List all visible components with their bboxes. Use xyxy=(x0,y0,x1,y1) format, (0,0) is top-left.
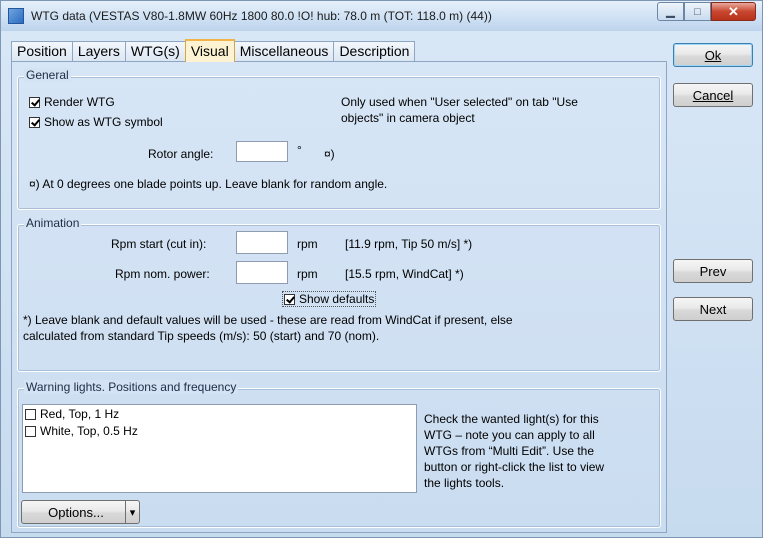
show-defaults-checkbox[interactable]: Show defaults xyxy=(282,291,377,307)
show-defaults-check-box[interactable] xyxy=(284,293,295,305)
close-icon: ✕ xyxy=(728,3,739,19)
render-wtg-checkbox[interactable]: Render WTG xyxy=(29,95,115,109)
tab-wtgs[interactable]: WTG(s) xyxy=(124,41,186,62)
camera-note-line1: Only used when "User selected" on tab "U… xyxy=(341,95,578,109)
visual-tab-page: General Render WTG Show as WTG symbol On… xyxy=(11,61,667,533)
prev-label: Prev xyxy=(699,263,727,279)
animation-group: Animation Rpm start (cut in): rpm [11.9 … xyxy=(17,216,661,372)
red-top-light-label: Red, Top, 1 Hz xyxy=(40,407,120,421)
rpm-nom-unit: rpm xyxy=(297,267,318,281)
cancel-button[interactable]: Cancel xyxy=(673,83,753,107)
tab-layers[interactable]: Layers xyxy=(71,41,126,62)
options-dropdown-button[interactable]: ▾ xyxy=(125,500,140,524)
rotor-angle-unit: ° xyxy=(297,143,302,157)
show-as-symbol-label: Show as WTG symbol xyxy=(44,115,163,129)
ok-label: Ok xyxy=(704,47,722,63)
rpm-nom-label: Rpm nom. power: xyxy=(115,267,210,281)
next-label: Next xyxy=(699,301,727,317)
chevron-down-icon: ▾ xyxy=(129,506,136,519)
lights-help-line2: WTG – note you can apply to all xyxy=(424,428,595,442)
rotor-angle-footnote-mark: ¤) xyxy=(324,147,335,161)
prev-button[interactable]: Prev xyxy=(673,259,753,283)
render-wtg-check-box[interactable] xyxy=(29,96,40,108)
rpm-start-label: Rpm start (cut in): xyxy=(111,237,207,251)
lights-help-line3: WTGs from “Multi Edit”. Use the xyxy=(424,444,595,458)
close-button[interactable]: ✕ xyxy=(711,2,756,21)
rotor-angle-input[interactable] xyxy=(236,141,288,162)
general-group-label: General xyxy=(24,68,71,82)
list-item[interactable]: White, Top, 0.5 Hz xyxy=(25,424,138,438)
minimize-icon: ▁ xyxy=(666,6,675,18)
minimize-button[interactable]: ▁ xyxy=(657,2,684,21)
maximize-icon: □ xyxy=(694,5,701,18)
rotor-angle-footnote: ¤) At 0 degrees one blade points up. Lea… xyxy=(29,177,388,191)
rpm-start-default: [11.9 rpm, Tip 50 m/s] *) xyxy=(345,237,473,251)
list-item[interactable]: Red, Top, 1 Hz xyxy=(25,407,119,421)
tab-strip: Position Layers WTG(s) Visual Miscellane… xyxy=(11,39,416,62)
title-bar[interactable]: WTG data (VESTAS V80-1.8MW 60Hz 1800 80.… xyxy=(1,1,762,31)
lights-help-line4: button or right-click the list to view xyxy=(424,460,605,474)
ok-button[interactable]: Ok xyxy=(673,43,753,67)
animation-note-line2: calculated from standard Tip speeds (m/s… xyxy=(23,329,380,343)
cancel-label: Cancel xyxy=(692,87,734,103)
rpm-nom-input[interactable] xyxy=(236,261,288,284)
camera-note-line2: objects" in camera object xyxy=(341,111,475,125)
general-group: General Render WTG Show as WTG symbol On… xyxy=(17,68,661,210)
rpm-start-unit: rpm xyxy=(297,237,318,251)
warning-lights-list[interactable]: Red, Top, 1 Hz White, Top, 0.5 Hz xyxy=(22,404,417,493)
white-top-light-checkbox[interactable] xyxy=(25,425,36,437)
show-as-symbol-checkbox[interactable]: Show as WTG symbol xyxy=(29,115,163,129)
show-as-symbol-check-box[interactable] xyxy=(29,116,40,128)
maximize-button[interactable]: □ xyxy=(684,2,711,21)
tab-visual[interactable]: Visual xyxy=(184,39,235,62)
rotor-angle-label: Rotor angle: xyxy=(148,147,214,161)
red-top-light-checkbox[interactable] xyxy=(25,408,36,420)
animation-group-label: Animation xyxy=(24,216,82,230)
lights-help-line1: Check the wanted light(s) for this xyxy=(424,412,599,426)
tab-position[interactable]: Position xyxy=(11,41,73,62)
options-label: Options... xyxy=(48,504,104,520)
animation-note-line1: *) Leave blank and default values will b… xyxy=(23,313,513,327)
wtg-data-window: WTG data (VESTAS V80-1.8MW 60Hz 1800 80.… xyxy=(0,0,763,538)
rpm-start-input[interactable] xyxy=(236,231,288,254)
white-top-light-label: White, Top, 0.5 Hz xyxy=(40,424,138,438)
options-button[interactable]: Options... xyxy=(21,500,131,524)
windpro-app-icon xyxy=(8,8,24,24)
rpm-nom-default: [15.5 rpm, WindCat] *) xyxy=(345,267,464,281)
lights-help-line5: the lights tools. xyxy=(424,476,505,490)
tab-description[interactable]: Description xyxy=(333,41,416,62)
render-wtg-label: Render WTG xyxy=(44,95,115,109)
next-button[interactable]: Next xyxy=(673,297,753,321)
window-controls: ▁ □ ✕ xyxy=(657,2,756,21)
show-defaults-label: Show defaults xyxy=(299,292,375,306)
tab-miscellaneous[interactable]: Miscellaneous xyxy=(233,41,335,62)
warning-lights-group-label: Warning lights. Positions and frequency xyxy=(24,380,239,394)
window-title: WTG data (VESTAS V80-1.8MW 60Hz 1800 80.… xyxy=(31,9,492,23)
